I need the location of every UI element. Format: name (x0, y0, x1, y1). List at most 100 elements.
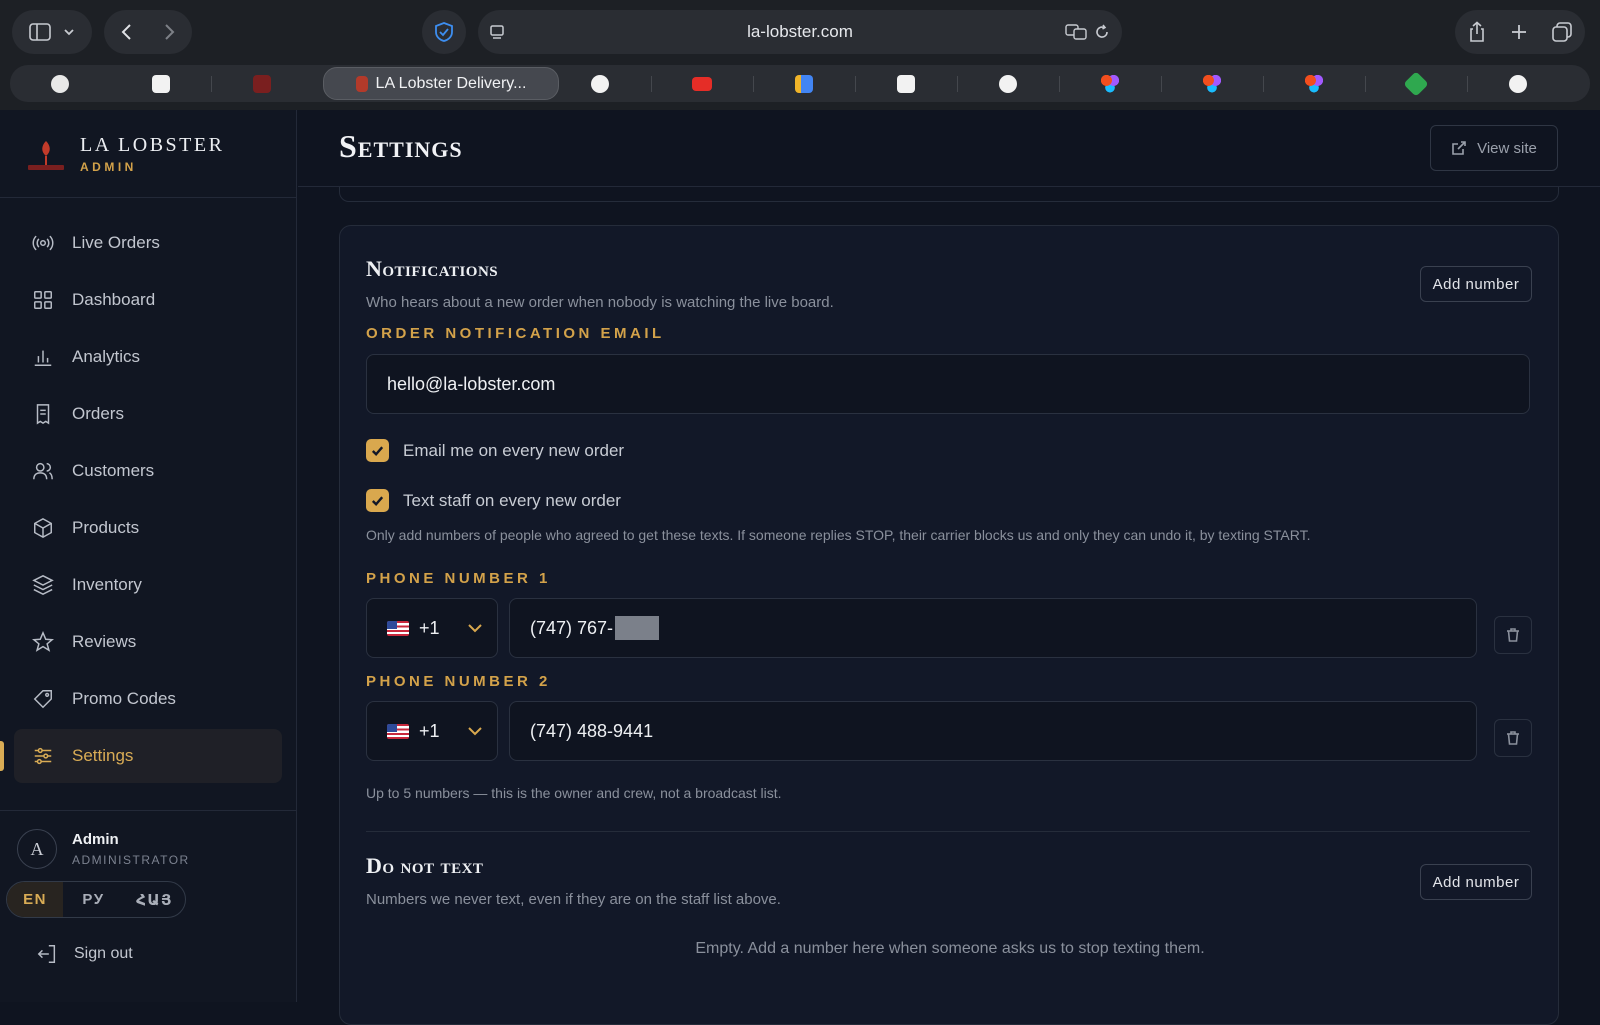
tab-figma-1[interactable] (1060, 65, 1160, 102)
email-every-order-checkbox[interactable] (366, 439, 389, 462)
sidebar-item-dashboard[interactable]: Dashboard (14, 273, 282, 327)
sidebar-item-settings[interactable]: Settings (0, 729, 282, 783)
tab-la-lobster[interactable]: LA Lobster Delivery... (323, 67, 559, 100)
tab-title: LA Lobster Delivery... (375, 74, 527, 92)
forward-icon[interactable] (159, 22, 179, 42)
site-favicon-icon (51, 74, 69, 93)
tab-pinned-4[interactable] (856, 65, 956, 102)
tab-github-2[interactable] (958, 65, 1058, 102)
new-tab-icon[interactable] (1509, 22, 1529, 42)
sidebar-item-inventory[interactable]: Inventory (14, 558, 282, 612)
tab-overview-icon[interactable] (1551, 21, 1573, 43)
sidebar-item-reviews[interactable]: Reviews (14, 615, 282, 669)
sidebar-toggle-button[interactable] (12, 10, 92, 54)
shield-icon (435, 22, 453, 42)
bar-chart-icon (34, 350, 52, 366)
tab-figma-2[interactable] (1162, 65, 1262, 102)
delete-phone-1-button[interactable] (1494, 616, 1532, 654)
sidebar-item-customers[interactable]: Customers (14, 444, 282, 498)
sidebar-item-promo-codes[interactable]: Promo Codes (14, 672, 282, 726)
url-text: la-lobster.com (747, 22, 853, 41)
reload-icon[interactable] (1094, 24, 1110, 40)
sliders-icon (34, 747, 52, 765)
email-value: hello@la-lobster.com (387, 373, 556, 394)
chevron-down-icon (468, 624, 482, 633)
triangle-favicon-icon (152, 74, 170, 93)
tab-pinned-2[interactable] (111, 65, 211, 102)
email-label: ORDER NOTIFICATION EMAIL (366, 325, 665, 342)
grid-icon (34, 291, 52, 309)
brand-title: LA LOBSTER (80, 134, 225, 156)
sidebar-nav: Live Orders Dashboard Analytics Orders C… (0, 216, 282, 786)
phone-2-country-code: +1 (419, 720, 440, 741)
phone-1-label: PHONE NUMBER 1 (366, 570, 551, 587)
check-icon (371, 446, 384, 457)
sidebar-item-products[interactable]: Products (14, 501, 282, 555)
sidebar-item-label: Settings (72, 746, 134, 765)
tab-figma-3[interactable] (1264, 65, 1364, 102)
brand-header[interactable]: LA LOBSTER ADMIN (0, 110, 297, 198)
us-flag-icon (387, 723, 409, 739)
consent-note: Only add numbers of people who agreed to… (366, 527, 1311, 543)
tab-github-1[interactable] (550, 65, 650, 102)
user-role: ADMINISTRATOR (72, 853, 190, 867)
sign-out-button[interactable]: Sign out (36, 943, 133, 965)
sidebar-item-label: Products (72, 518, 140, 537)
notifications-card: Notifications Who hears about a new orde… (339, 225, 1559, 1025)
back-icon[interactable] (117, 22, 137, 42)
shield-extension-button[interactable] (422, 10, 466, 54)
avatar[interactable]: A (17, 829, 57, 869)
delete-phone-2-button[interactable] (1494, 719, 1532, 757)
arrow-favicon-icon (1403, 70, 1429, 97)
section-divider (366, 831, 1530, 832)
phone-2-country-select[interactable]: +1 (366, 701, 498, 761)
sidebar-item-live-orders[interactable]: Live Orders (14, 216, 282, 270)
language-hy[interactable]: ՀԱՅ (124, 882, 185, 917)
tab-github-3[interactable] (1468, 65, 1568, 102)
email-field[interactable]: hello@la-lobster.com (366, 354, 1530, 414)
add-number-button[interactable]: Add number (1420, 266, 1532, 302)
phone-1-input[interactable]: (747) 767- (509, 598, 1477, 658)
main-content: Settings View site Notifications Who hea… (298, 110, 1600, 1025)
tab-pinned-5[interactable] (1366, 65, 1466, 102)
phone-1-country-select[interactable]: +1 (366, 598, 498, 658)
add-do-not-text-number-button[interactable]: Add number (1420, 864, 1532, 900)
users-icon (33, 462, 53, 480)
check-icon (371, 496, 384, 507)
share-icon[interactable] (1467, 21, 1487, 43)
sidebar-item-label: Orders (72, 404, 124, 423)
sidebar-item-label: Inventory (72, 575, 142, 594)
broadcast-icon (32, 235, 54, 251)
github-icon (999, 74, 1017, 93)
lobster-logo-icon (28, 141, 64, 170)
sidebar-footer: A Admin ADMINISTRATOR EN РУ ՀԱՅ Sign out (0, 810, 297, 963)
text-staff-option[interactable]: Text staff on every new order (366, 489, 621, 512)
sidebar-item-label: Dashboard (72, 290, 156, 309)
email-every-order-option[interactable]: Email me on every new order (366, 439, 624, 462)
sidebar-item-orders[interactable]: Orders (14, 387, 282, 441)
view-site-button[interactable]: View site (1430, 125, 1558, 171)
sidebar-item-analytics[interactable]: Analytics (14, 330, 282, 384)
text-staff-checkbox[interactable] (366, 489, 389, 512)
phone-2-label: PHONE NUMBER 2 (366, 673, 551, 690)
sidebar-item-label: Analytics (72, 347, 141, 366)
notifications-title: Notifications (366, 256, 499, 281)
phone-1-value: (747) 767- (530, 617, 614, 638)
trash-icon (1507, 628, 1519, 642)
translate-icon[interactable] (1064, 23, 1088, 41)
language-ru[interactable]: РУ (63, 882, 124, 917)
figma-icon (1101, 74, 1119, 93)
tab-pinned-3[interactable] (212, 65, 312, 102)
do-not-text-title: Do not text (366, 853, 484, 878)
chevron-down-icon (64, 29, 74, 36)
brand-subtitle: ADMIN (80, 160, 137, 174)
language-en[interactable]: EN (7, 882, 63, 917)
youtube-icon (692, 76, 712, 91)
do-not-text-empty-state: Empty. Add a number here when someone as… (695, 940, 1205, 957)
tab-youtube[interactable] (652, 65, 752, 102)
tab-analytics[interactable] (754, 65, 854, 102)
address-bar[interactable]: la-lobster.com (478, 10, 1122, 54)
page-menu-icon[interactable] (488, 23, 506, 41)
phone-2-input[interactable]: (747) 488-9441 (509, 701, 1477, 761)
tab-pinned-1[interactable] (10, 65, 110, 102)
